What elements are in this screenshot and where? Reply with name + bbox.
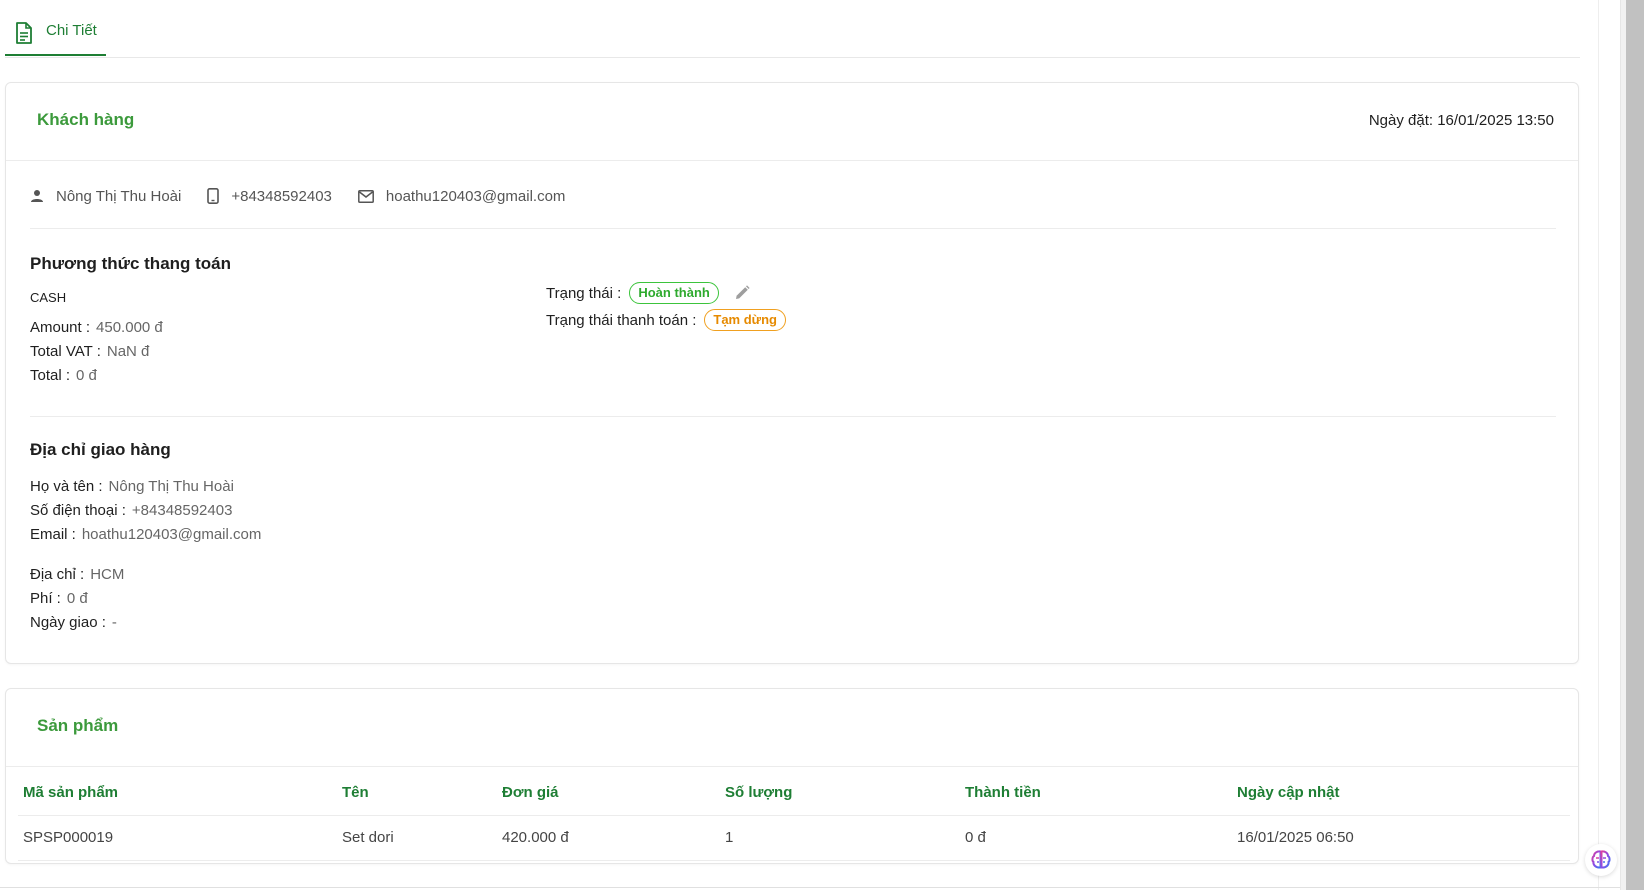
total-label: Total : <box>30 367 71 384</box>
total-value: 0 đ <box>76 367 97 384</box>
payment-status-label: Trạng thái thanh toán : <box>546 311 697 329</box>
brain-icon <box>1591 850 1611 869</box>
shipping-name-label: Họ và tên : <box>30 478 103 495</box>
payment-status-row: Trạng thái thanh toán : Tạm dừng <box>546 309 786 331</box>
status-label: Trạng thái : <box>546 284 622 302</box>
delivery-date-row: Ngày giao :- <box>30 614 117 631</box>
contact-phone: +84348592403 <box>207 188 332 205</box>
bottom-divider <box>0 887 1620 888</box>
column-header-code[interactable]: Mã sản phẩm <box>23 784 118 801</box>
column-header-name[interactable]: Tên <box>342 784 369 801</box>
mail-icon <box>357 189 374 203</box>
assistant-button[interactable] <box>1585 844 1617 876</box>
contact-row: Nông Thị Thu Hoài +84348592403 hoathu120… <box>30 185 591 207</box>
column-header-unit-price[interactable]: Đơn giá <box>502 784 559 801</box>
contact-email: hoathu120403@gmail.com <box>357 187 566 205</box>
cell-code: SPSP000019 <box>23 829 114 846</box>
customer-card-title: Khách hàng <box>37 110 135 129</box>
tab-bar: Chi Tiết <box>5 10 1580 58</box>
products-table: Mã sản phẩm Tên Đơn giá Số lượng Thành t… <box>18 771 1570 861</box>
payment-section-title: Phương thức thang toán <box>30 254 232 273</box>
person-icon <box>31 190 43 202</box>
vat-row: Total VAT : NaN đ <box>30 343 149 360</box>
payment-method: CASH <box>30 290 67 305</box>
shipping-name-value: Nông Thị Thu Hoài <box>108 478 234 495</box>
amount-value: 450.000 đ <box>96 319 163 336</box>
shipping-section-title: Địa chỉ giao hàng <box>30 440 171 459</box>
edit-icon[interactable] <box>733 284 751 302</box>
amount-row: Amount : 450.000 đ <box>30 319 163 336</box>
shipping-fee-value: 0 đ <box>66 590 88 607</box>
shipping-email-value: hoathu120403@gmail.com <box>81 526 262 543</box>
products-card-title: Sản phẩm <box>37 716 119 735</box>
delivery-date-value: - <box>111 614 117 631</box>
customer-card: Khách hàng Ngày đặt: 16/01/2025 13:50 Nô… <box>5 82 1579 664</box>
column-header-quantity[interactable]: Số lượng <box>725 784 792 801</box>
total-row: Total : 0 đ <box>30 367 97 384</box>
tab-label: Chi Tiết <box>46 22 97 39</box>
column-header-updated[interactable]: Ngày cập nhật <box>1237 784 1340 801</box>
cell-unit-price: 420.000 đ <box>502 829 569 846</box>
shipping-email-row: Email : hoathu120403@gmail.com <box>30 526 261 543</box>
shipping-address-label: Địa chỉ : <box>30 566 85 583</box>
delivery-date-label: Ngày giao : <box>30 614 106 631</box>
shipping-address-row: Địa chỉ : HCM <box>30 566 124 583</box>
status-badge: Hoàn thành <box>629 282 719 304</box>
products-card-header: Sản phẩm <box>6 689 1578 767</box>
cell-total: 0 đ <box>965 829 986 846</box>
table-row[interactable]: SPSP000019 Set dori 420.000 đ 1 0 đ 16/0… <box>18 816 1570 861</box>
contact-name: Nông Thị Thu Hoài <box>30 188 181 205</box>
divider <box>30 228 1556 229</box>
shipping-phone-value: +84348592403 <box>131 502 233 519</box>
phone-icon <box>207 188 220 204</box>
divider <box>30 416 1556 417</box>
cell-quantity: 1 <box>725 829 734 846</box>
column-header-total[interactable]: Thành tiền <box>965 784 1041 801</box>
shipping-fee-label: Phí : <box>30 590 61 607</box>
order-status-row: Trạng thái : Hoàn thành <box>546 282 751 304</box>
payment-status-badge: Tạm dừng <box>704 309 786 331</box>
table-header-row: Mã sản phẩm Tên Đơn giá Số lượng Thành t… <box>18 771 1570 816</box>
tab-chi-tiet[interactable]: Chi Tiết <box>5 10 106 56</box>
contact-email-text: hoathu120403@gmail.com <box>385 187 566 205</box>
shipping-phone-label: Số điện thoại : <box>30 502 126 519</box>
products-card: Sản phẩm Mã sản phẩm Tên Đơn giá Số lượn… <box>5 688 1579 864</box>
shipping-name-row: Họ và tên : Nông Thị Thu Hoài <box>30 478 234 495</box>
cell-name: Set dori <box>342 829 394 846</box>
shipping-fee-row: Phí : 0 đ <box>30 590 88 607</box>
contact-name-text: Nông Thị Thu Hoài <box>56 187 182 205</box>
scrollbar-thumb[interactable] <box>1626 0 1644 890</box>
vat-value: NaN đ <box>106 343 150 360</box>
shipping-email-label: Email : <box>30 526 76 543</box>
amount-label: Amount : <box>30 319 91 336</box>
contact-phone-text: +84348592403 <box>231 187 332 205</box>
document-icon <box>16 22 32 44</box>
shipping-phone-row: Số điện thoại : +84348592403 <box>30 502 232 519</box>
order-detail-page: Chi Tiết Khách hàng Ngày đặt: 16/01/2025… <box>0 0 1600 890</box>
cell-updated: 16/01/2025 06:50 <box>1237 829 1354 846</box>
content-edge <box>1598 0 1599 890</box>
shipping-address-value: HCM <box>90 566 125 583</box>
order-date: Ngày đặt: 16/01/2025 13:50 <box>1368 112 1554 129</box>
vat-label: Total VAT : <box>30 343 101 360</box>
customer-card-header: Khách hàng Ngày đặt: 16/01/2025 13:50 <box>6 83 1578 161</box>
